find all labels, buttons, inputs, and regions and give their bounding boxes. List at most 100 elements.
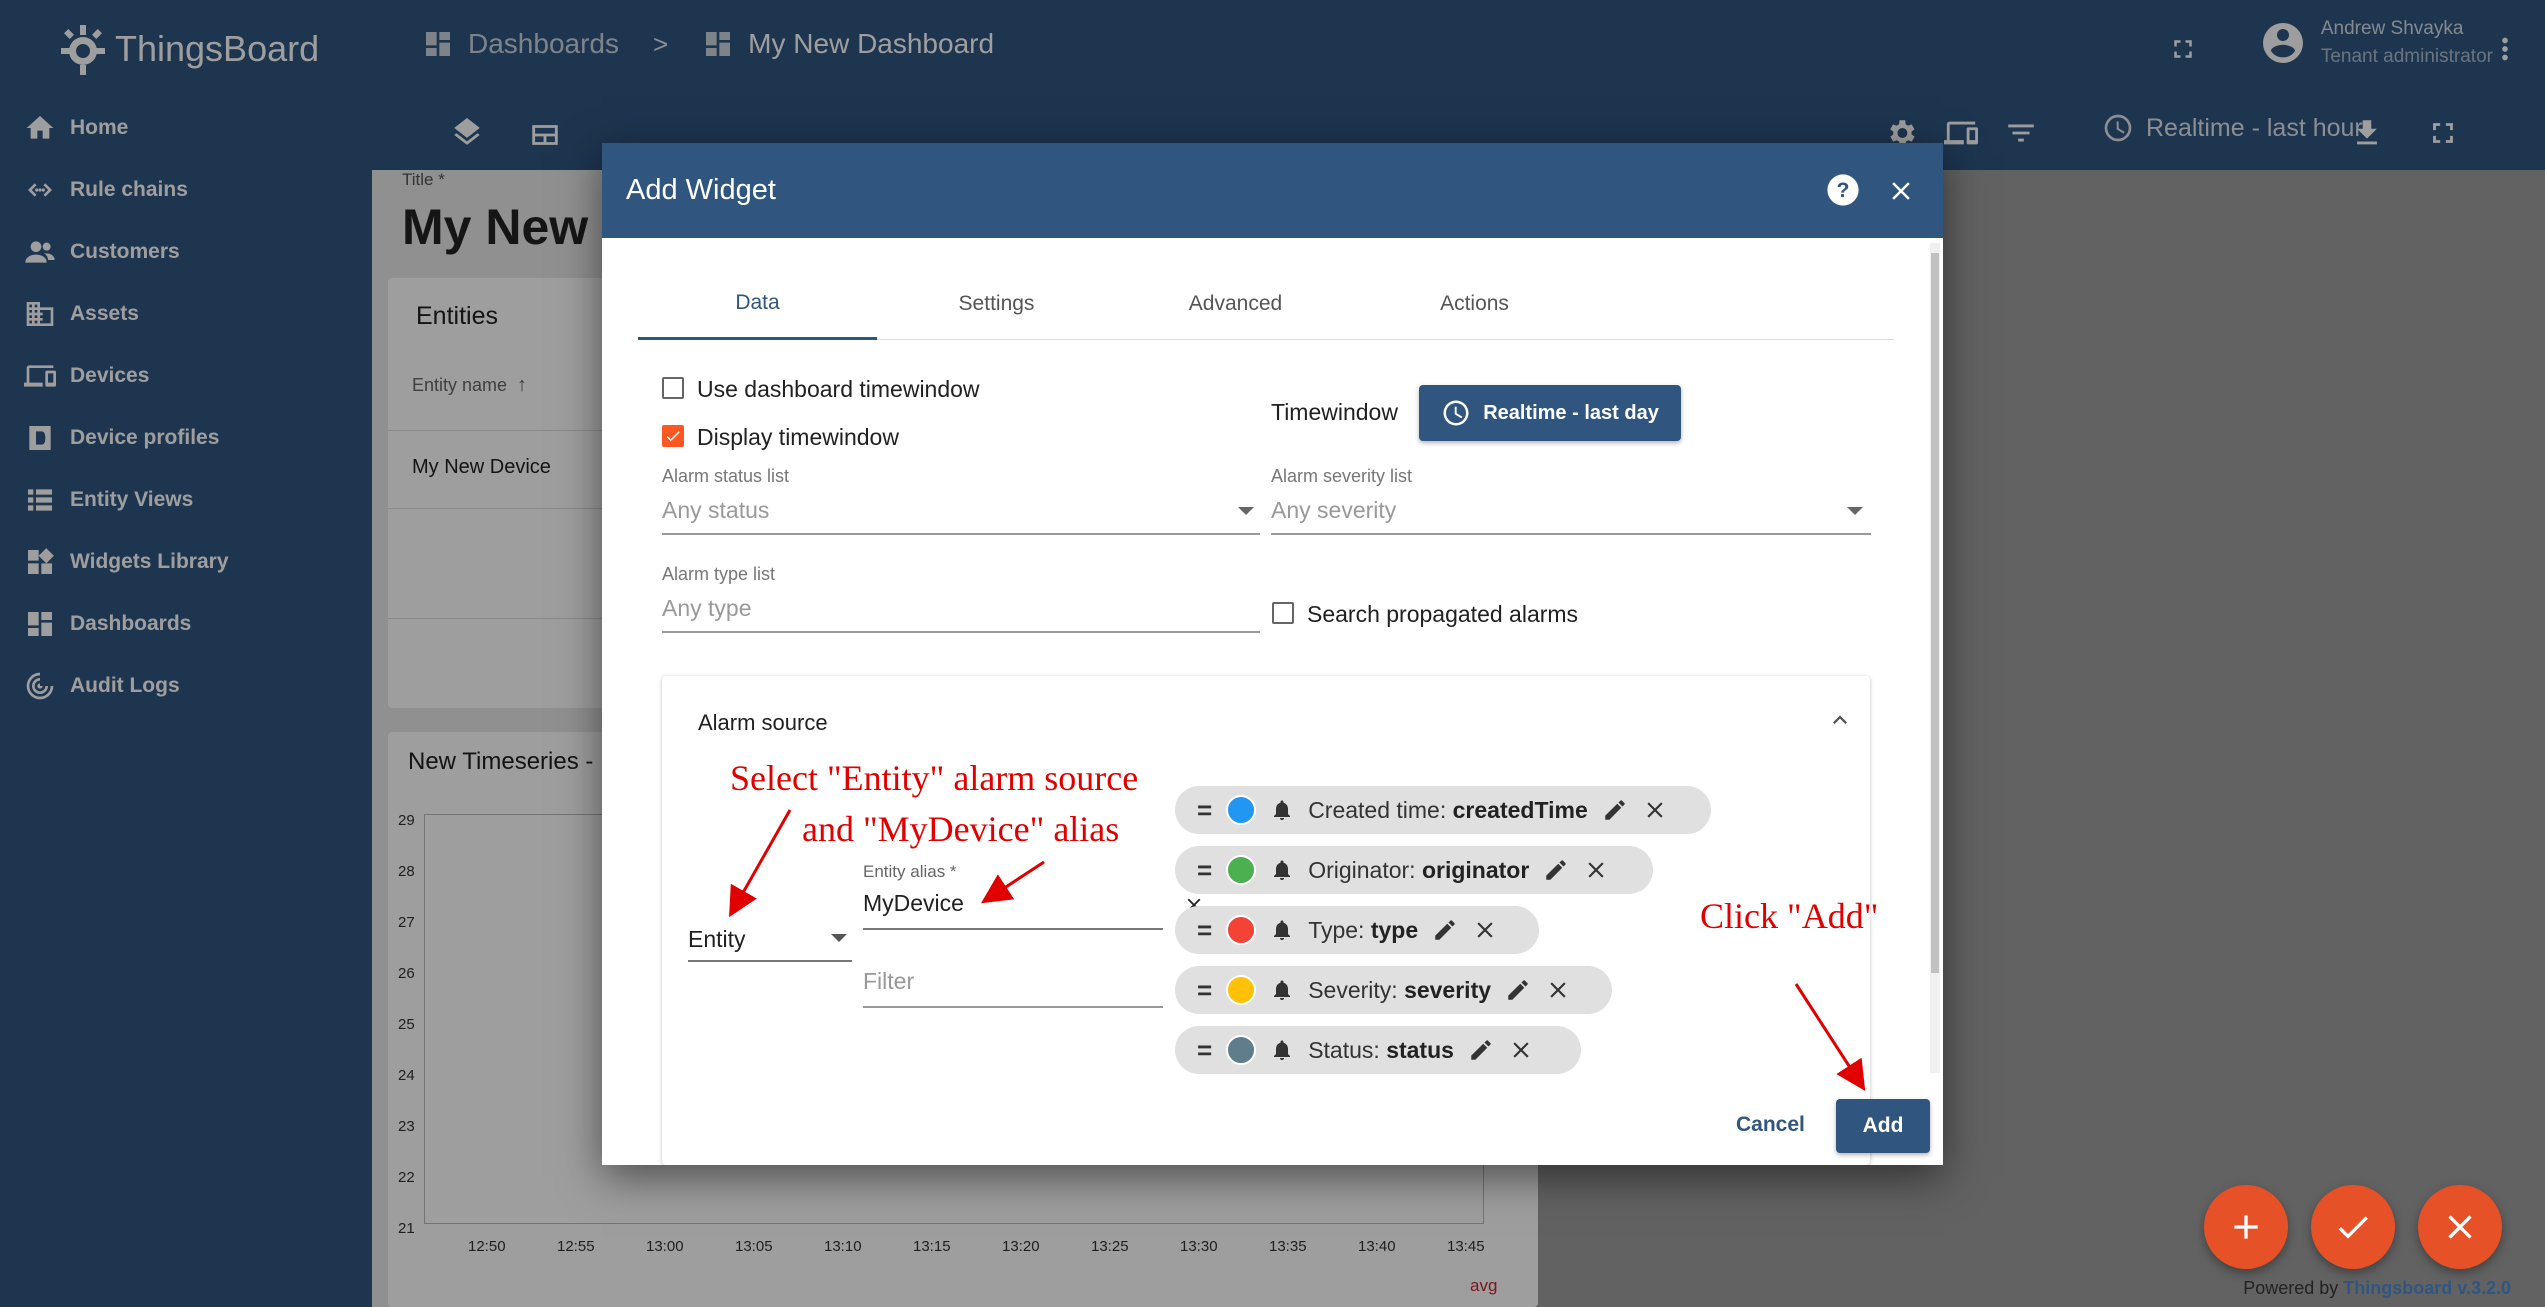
field-underline — [1271, 533, 1871, 535]
field-underline — [662, 533, 1260, 535]
remove-icon[interactable] — [1642, 797, 1668, 823]
data-key-chip[interactable]: = Severity: severity — [1175, 966, 1612, 1014]
bell-icon — [1274, 980, 1291, 1000]
alarm-source-panel: Alarm source Entity Entity alias * MyDev… — [662, 676, 1870, 1165]
entity-alias-label: Entity alias * — [863, 862, 957, 881]
remove-icon[interactable] — [1583, 857, 1609, 883]
add-widget-dialog: Add Widget ? Data Settings Advanced Acti… — [602, 143, 1943, 1165]
chevron-up-icon[interactable] — [1826, 706, 1854, 734]
scrollbar-track[interactable] — [1930, 243, 1940, 1073]
key-color-dot[interactable] — [1226, 915, 1257, 945]
search-propagated-label: Search propagated alarms — [1307, 601, 1579, 627]
data-key-chip[interactable]: = Type: type — [1175, 906, 1539, 954]
help-icon[interactable]: ? — [1826, 173, 1860, 207]
tab-actions[interactable]: Actions — [1355, 268, 1594, 340]
remove-icon[interactable] — [1472, 917, 1498, 943]
edit-icon[interactable] — [1468, 1037, 1494, 1063]
drag-handle-icon[interactable]: = — [1197, 915, 1212, 946]
remove-icon[interactable] — [1545, 977, 1571, 1003]
data-key-chip[interactable]: = Created time: createdTime — [1175, 786, 1711, 834]
edit-icon[interactable] — [1602, 797, 1628, 823]
dropdown-arrow-icon — [831, 934, 847, 942]
timewindow-button-label: Realtime - last day — [1483, 401, 1659, 424]
dialog-tabs: Data Settings Advanced Actions — [638, 268, 1894, 340]
display-timewindow-label: Display timewindow — [697, 424, 899, 450]
plus-icon — [2234, 1215, 2258, 1239]
alarm-severity-label: Alarm severity list — [1271, 466, 1413, 486]
data-key-chip[interactable]: = Status: status — [1175, 1026, 1581, 1074]
scrollbar-thumb[interactable] — [1931, 253, 1939, 973]
drag-handle-icon[interactable]: = — [1197, 1035, 1212, 1066]
tab-data[interactable]: Data — [638, 268, 877, 340]
key-label: Originator: originator — [1308, 857, 1529, 884]
drag-handle-icon[interactable]: = — [1197, 795, 1212, 826]
save-fab[interactable] — [2311, 1185, 2395, 1269]
key-name: type — [1370, 916, 1419, 943]
svg-text:?: ? — [1837, 178, 1850, 202]
bell-icon — [1274, 920, 1291, 940]
check-icon — [666, 431, 680, 442]
annotation-text-3: Click "Add" — [1700, 896, 1879, 936]
timewindow-label: Timewindow — [1271, 399, 1398, 425]
version-link[interactable]: Thingsboard v.3.2.0 — [2343, 1278, 2511, 1298]
key-name: severity — [1404, 976, 1492, 1003]
annotation-text-2: and "MyDevice" alias — [802, 809, 1120, 849]
dialog-header: Add Widget ? — [602, 143, 1943, 238]
field-underline — [688, 960, 852, 962]
key-color-dot[interactable] — [1226, 975, 1257, 1005]
key-label-text: Type: — [1308, 916, 1365, 943]
edit-icon[interactable] — [1543, 857, 1569, 883]
source-type-select[interactable]: Entity — [688, 926, 746, 953]
dropdown-arrow-icon — [1238, 507, 1254, 515]
cancel-button[interactable]: Cancel — [1736, 1113, 1805, 1137]
drag-handle-icon[interactable]: = — [1197, 975, 1212, 1006]
key-name: createdTime — [1452, 796, 1588, 823]
field-underline — [863, 928, 1163, 930]
key-color-dot[interactable] — [1226, 795, 1257, 825]
alarm-source-title: Alarm source — [698, 710, 828, 735]
key-label-text: Status: — [1308, 1036, 1380, 1063]
key-label: Created time: createdTime — [1308, 797, 1588, 824]
annotation-text-1: Select "Entity" alarm source — [730, 758, 1139, 798]
tab-settings[interactable]: Settings — [877, 268, 1116, 340]
use-dashboard-timewindow-label: Use dashboard timewindow — [697, 376, 980, 402]
clock-icon — [1443, 400, 1469, 426]
bell-icon — [1274, 800, 1291, 820]
add-button[interactable]: Add — [1836, 1099, 1930, 1153]
alarm-severity-select[interactable]: Any severity — [1271, 497, 1396, 524]
powered-by-text: Powered by — [2243, 1278, 2339, 1298]
key-color-dot[interactable] — [1226, 1035, 1257, 1065]
add-widget-fab[interactable] — [2204, 1185, 2288, 1269]
field-underline — [863, 1006, 1163, 1008]
dialog-title: Add Widget — [626, 174, 776, 206]
drag-handle-icon[interactable]: = — [1197, 855, 1212, 886]
tab-advanced[interactable]: Advanced — [1116, 268, 1355, 340]
alarm-type-input[interactable]: Any type — [662, 595, 752, 622]
alarm-status-select[interactable]: Any status — [662, 497, 769, 524]
key-label-text: Created time: — [1308, 796, 1447, 823]
alarm-status-label: Alarm status list — [662, 466, 790, 486]
key-color-dot[interactable] — [1226, 855, 1257, 885]
alarm-type-label: Alarm type list — [662, 564, 776, 584]
dropdown-arrow-icon — [1847, 507, 1863, 515]
key-label-text: Severity: — [1308, 976, 1398, 1003]
key-label: Severity: severity — [1308, 977, 1491, 1004]
cancel-fab[interactable] — [2418, 1185, 2502, 1269]
close-icon[interactable] — [1886, 176, 1916, 206]
timewindow-button[interactable]: Realtime - last day — [1419, 385, 1681, 441]
data-key-chip[interactable]: = Originator: originator — [1175, 846, 1653, 894]
filter-input[interactable]: Filter — [863, 968, 914, 995]
edit-icon[interactable] — [1432, 917, 1458, 943]
use-dashboard-timewindow-checkbox[interactable] — [662, 377, 684, 399]
close-icon — [2448, 1215, 2472, 1239]
display-timewindow-checkbox[interactable] — [662, 425, 684, 447]
search-propagated-checkbox[interactable] — [1272, 602, 1294, 624]
key-label: Status: status — [1308, 1037, 1454, 1064]
key-name: originator — [1421, 856, 1530, 883]
remove-icon[interactable] — [1508, 1037, 1534, 1063]
entity-alias-input[interactable]: MyDevice — [863, 890, 964, 917]
bell-icon — [1274, 860, 1291, 880]
edit-icon[interactable] — [1505, 977, 1531, 1003]
key-name: status — [1386, 1036, 1454, 1063]
key-label-text: Originator: — [1308, 856, 1416, 883]
